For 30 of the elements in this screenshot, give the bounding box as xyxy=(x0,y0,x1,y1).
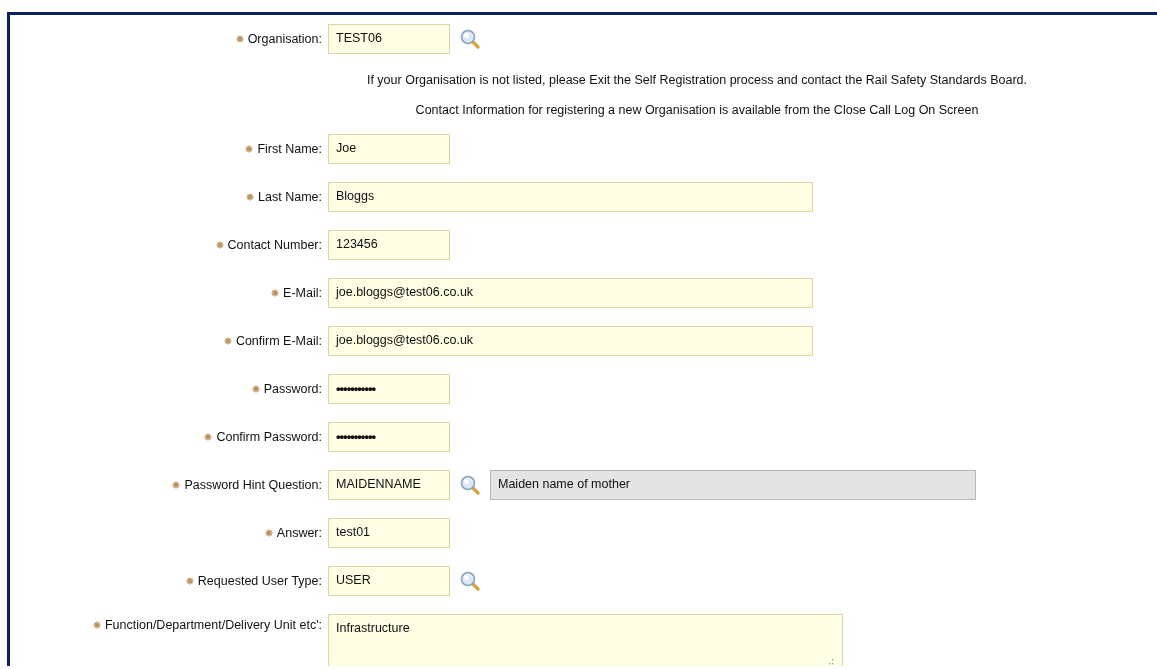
search-icon[interactable] xyxy=(460,475,480,495)
field-label: Confirm Password: xyxy=(216,430,322,444)
info-text: Contact Information for registering a new Organisation is available from the Close Call Log On Screen xyxy=(415,102,979,118)
field-label: Password Hint Question: xyxy=(184,478,322,492)
field-label: Answer: xyxy=(276,526,322,540)
field-label: Function/Department/Delivery Unit etc': xyxy=(104,618,322,632)
input-field[interactable]: test01 xyxy=(328,518,450,548)
input-field[interactable]: MAIDENNAME xyxy=(328,470,450,500)
field-label: Organisation: xyxy=(247,32,322,46)
field-label: E-Mail: xyxy=(283,286,322,300)
input-field[interactable]: joe.bloggs@test06.co.uk xyxy=(328,326,813,356)
input-field[interactable]: Bloggs xyxy=(328,182,813,212)
field-label: Contact Number: xyxy=(227,238,322,252)
input-field[interactable]: 123456 xyxy=(328,230,450,260)
field-label: Last Name: xyxy=(258,190,322,204)
info-text: If your Organisation is not listed, please Exit the Self Registration process and contact the Rail Safety Standards Board. xyxy=(366,72,1028,88)
password-field[interactable]: ••••••••••• xyxy=(328,422,450,452)
input-field[interactable]: USER xyxy=(328,566,450,596)
field-label: Requested User Type: xyxy=(197,574,322,588)
input-field[interactable]: Joe xyxy=(328,134,450,164)
description-field: Maiden name of mother xyxy=(490,470,976,500)
field-label: Password: xyxy=(263,382,322,396)
search-icon[interactable] xyxy=(460,29,480,49)
password-field[interactable]: ••••••••••• xyxy=(328,374,450,404)
input-field[interactable]: TEST06 xyxy=(328,24,450,54)
field-label: First Name: xyxy=(257,142,322,156)
search-icon[interactable] xyxy=(460,571,480,591)
input-field[interactable]: joe.bloggs@test06.co.uk xyxy=(328,278,813,308)
text-area[interactable]: Infrastructure xyxy=(328,614,843,666)
field-label: Confirm E-Mail: xyxy=(235,334,322,348)
